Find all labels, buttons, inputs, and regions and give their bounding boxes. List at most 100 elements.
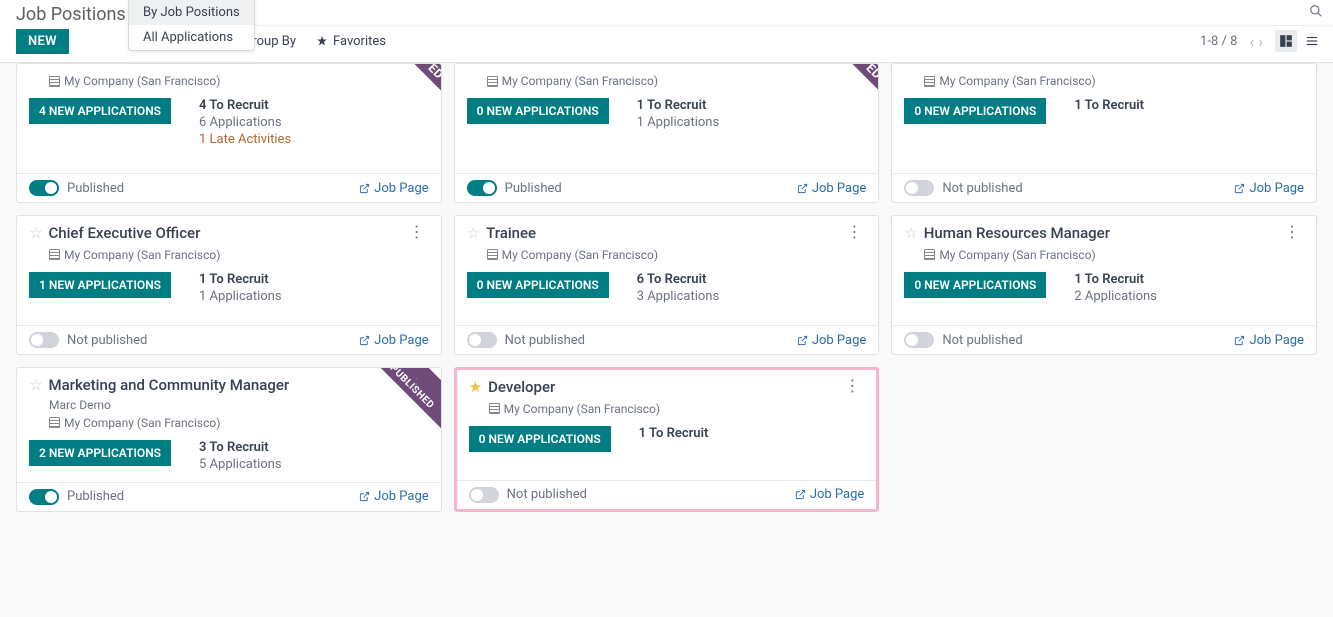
job-card[interactable]: ☆ Human Resources Manager ⋮ My Company (… — [891, 215, 1317, 355]
pager-next[interactable]: › — [1258, 32, 1263, 51]
cards-grid: ED My Company (San Francisco) 4 NEW APPL… — [16, 63, 1317, 512]
card-footer: Not published Job Page — [457, 480, 877, 509]
job-card[interactable]: My Company (San Francisco) 0 NEW APPLICA… — [891, 63, 1317, 203]
search-input[interactable] — [148, 1, 1309, 24]
building-icon — [489, 403, 500, 414]
view-kanban[interactable] — [1275, 30, 1297, 52]
new-applications-button[interactable]: 0 NEW APPLICATIONS — [904, 272, 1046, 298]
external-link-icon — [359, 183, 370, 194]
job-page-link[interactable]: Job Page — [359, 489, 429, 504]
publish-toggle[interactable] — [29, 332, 59, 348]
card-footer: Published Job Page — [455, 173, 879, 202]
to-recruit: 3 To Recruit — [199, 440, 282, 455]
building-icon — [924, 249, 935, 260]
more-icon[interactable]: ⋮ — [405, 224, 429, 240]
dropdown-by-positions[interactable]: By Job Positions — [129, 0, 254, 25]
view-list[interactable] — [1301, 30, 1323, 52]
star-icon[interactable]: ☆ — [467, 224, 480, 244]
more-icon[interactable]: ⋮ — [1280, 224, 1304, 240]
new-button[interactable]: NEW — [16, 29, 69, 54]
search-icon[interactable] — [1309, 4, 1323, 22]
publish-status: Not published — [505, 333, 585, 348]
company-label: My Company (San Francisco) — [489, 402, 865, 416]
company-label: My Company (San Francisco) — [49, 74, 429, 88]
recruit-stats: 3 To Recruit 5 Applications — [199, 440, 282, 472]
card-footer: Not published Job Page — [892, 325, 1316, 354]
company-label: My Company (San Francisco) — [924, 248, 1304, 262]
to-recruit: 1 To Recruit — [639, 426, 709, 441]
pager-prev[interactable]: ‹ — [1249, 32, 1254, 51]
building-icon — [49, 249, 60, 260]
recruit-stats: 6 To Recruit 3 Applications — [637, 272, 720, 304]
applications-count: 2 Applications — [1074, 289, 1157, 304]
star-icon[interactable]: ☆ — [29, 376, 42, 396]
content-area: ED My Company (San Francisco) 4 NEW APPL… — [0, 63, 1333, 617]
favorites-button[interactable]: Favorites — [316, 34, 386, 49]
external-link-icon — [1234, 183, 1245, 194]
new-applications-button[interactable]: 4 NEW APPLICATIONS — [29, 98, 171, 124]
dropdown-all-applications[interactable]: All Applications — [129, 25, 254, 50]
new-applications-button[interactable]: 0 NEW APPLICATIONS — [467, 98, 609, 124]
new-applications-button[interactable]: 0 NEW APPLICATIONS — [469, 426, 611, 452]
job-title: Developer — [488, 378, 834, 396]
recruit-stats: 4 To Recruit 6 Applications 1 Late Activ… — [199, 98, 291, 147]
to-recruit: 1 To Recruit — [1074, 98, 1144, 113]
applications-count: 1 Applications — [199, 289, 282, 304]
to-recruit: 1 To Recruit — [1074, 272, 1157, 287]
job-title: Marketing and Community Manager — [48, 376, 398, 394]
applications-count: 5 Applications — [199, 457, 282, 472]
job-page-link[interactable]: Job Page — [1234, 333, 1304, 348]
publish-toggle[interactable] — [469, 487, 499, 503]
card-footer: Not published Job Page — [455, 325, 879, 354]
publish-toggle[interactable] — [29, 489, 59, 505]
job-card[interactable]: ★ Developer ⋮ My Company (San Francisco)… — [454, 367, 880, 512]
more-icon[interactable]: ⋮ — [842, 224, 866, 240]
job-card[interactable]: PUBLISHED ☆ Marketing and Community Mana… — [16, 367, 442, 512]
job-card[interactable]: ED My Company (San Francisco) 4 NEW APPL… — [16, 63, 442, 203]
header-right: Filters Group By Favorites 1-8 / 8 ‹ › — [142, 0, 1333, 58]
job-card[interactable]: ☆ Trainee ⋮ My Company (San Francisco) 0… — [454, 215, 880, 355]
publish-toggle[interactable] — [904, 180, 934, 196]
job-page-link[interactable]: Job Page — [1234, 181, 1304, 196]
job-page-link[interactable]: Job Page — [359, 181, 429, 196]
job-page-link[interactable]: Job Page — [359, 333, 429, 348]
card-footer: Not published Job Page — [892, 173, 1316, 202]
new-applications-button[interactable]: 2 NEW APPLICATIONS — [29, 440, 171, 466]
publish-toggle[interactable] — [467, 180, 497, 196]
publish-status: Not published — [942, 333, 1022, 348]
publish-toggle[interactable] — [904, 332, 934, 348]
job-page-link[interactable]: Job Page — [797, 333, 867, 348]
star-icon[interactable]: ★ — [469, 378, 482, 398]
to-recruit: 6 To Recruit — [637, 272, 720, 287]
publish-toggle[interactable] — [29, 180, 59, 196]
job-card[interactable]: ED My Company (San Francisco) 0 NEW APPL… — [454, 63, 880, 203]
company-label: My Company (San Francisco) — [49, 248, 429, 262]
job-page-link[interactable]: Job Page — [797, 181, 867, 196]
external-link-icon — [359, 335, 370, 346]
card-footer: Published Job Page — [17, 173, 441, 202]
star-icon[interactable]: ☆ — [904, 224, 917, 244]
building-icon — [487, 249, 498, 260]
toolbar: Filters Group By Favorites 1-8 / 8 ‹ › — [142, 26, 1333, 58]
new-applications-button[interactable]: 0 NEW APPLICATIONS — [904, 98, 1046, 124]
external-link-icon — [359, 491, 370, 502]
building-icon — [924, 76, 935, 87]
more-icon[interactable]: ⋮ — [840, 378, 864, 394]
publish-toggle[interactable] — [467, 332, 497, 348]
more-icon[interactable]: ⋮ — [405, 376, 429, 392]
card-footer: Not published Job Page — [17, 325, 441, 354]
job-title: Human Resources Manager — [924, 224, 1274, 242]
job-page-link[interactable]: Job Page — [795, 487, 865, 502]
new-applications-button[interactable]: 0 NEW APPLICATIONS — [467, 272, 609, 298]
late-activities: 1 Late Activities — [199, 132, 291, 147]
recruit-stats: 1 To Recruit 2 Applications — [1074, 272, 1157, 304]
job-title: Trainee — [486, 224, 836, 242]
new-applications-button[interactable]: 1 NEW APPLICATIONS — [29, 272, 171, 298]
job-card[interactable]: ☆ Chief Executive Officer ⋮ My Company (… — [16, 215, 442, 355]
publish-status: Not published — [67, 333, 147, 348]
recruit-stats: 1 To Recruit — [1074, 98, 1144, 113]
star-icon[interactable]: ☆ — [29, 224, 42, 244]
to-recruit: 4 To Recruit — [199, 98, 291, 113]
search-row — [142, 0, 1333, 26]
top-bar: Job Positions NEW By Job Positions All A… — [0, 0, 1333, 63]
